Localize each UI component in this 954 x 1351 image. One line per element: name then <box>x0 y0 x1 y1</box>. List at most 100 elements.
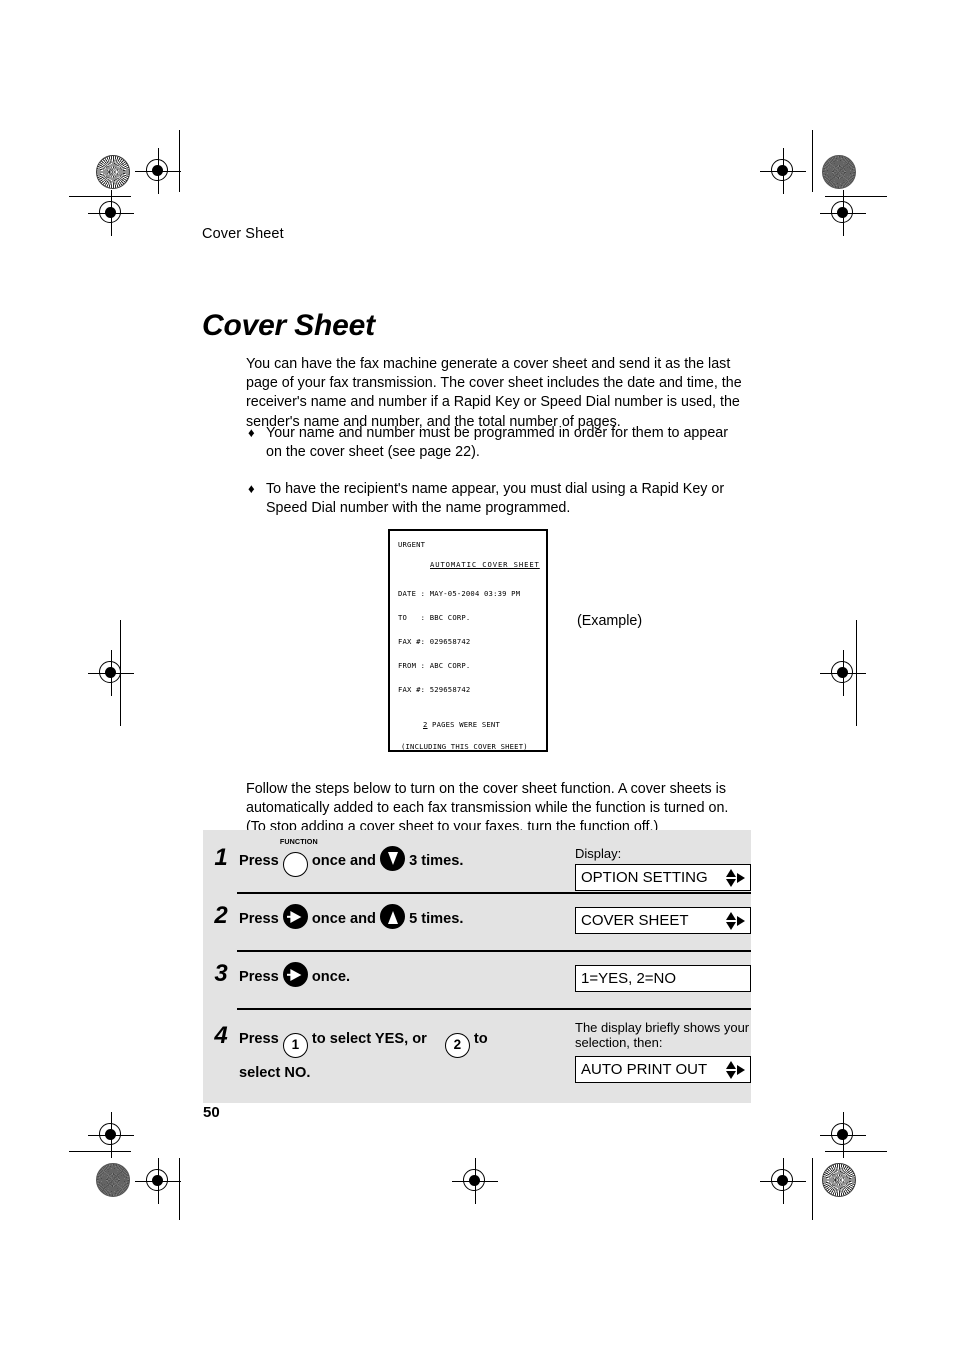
registration-crosshair-bottom-right-inner <box>760 1158 806 1204</box>
registration-crosshair-middle-left <box>88 650 134 696</box>
lcd-arrow-indicators <box>726 911 745 930</box>
step-row-4: 4 Press 1 to select YES, or 2 to select … <box>203 1008 751 1103</box>
up-down-arrow-icon <box>726 1060 736 1079</box>
arrow-down-key-icon[interactable] <box>380 846 406 871</box>
running-head: Cover Sheet <box>202 226 284 242</box>
trim-line-middle-right <box>856 620 858 726</box>
diamond-bullet-icon: ♦ <box>248 425 255 440</box>
fax-to-line: TO : BBC CORP. <box>398 613 471 622</box>
step-second-line: select NO. <box>239 1065 311 1081</box>
function-key-wrapper: FUNCTION <box>280 838 318 882</box>
up-down-arrow-icon <box>726 868 736 887</box>
lcd-arrow-indicators <box>726 868 745 887</box>
fax-to-number: FAX #: 029658742 <box>398 637 471 646</box>
numeric-key-2-icon[interactable]: 2 <box>444 1033 470 1058</box>
lcd-arrow-indicators <box>726 1060 745 1079</box>
example-caption: (Example) <box>577 613 643 629</box>
trim-line-bottom-right-vertical <box>812 1158 814 1220</box>
follow-steps-paragraph: Follow the steps below to turn on the co… <box>246 781 729 836</box>
page-title: Cover Sheet <box>202 309 375 343</box>
registration-crosshair-top-right-inner <box>760 148 806 194</box>
step-number: 2 <box>214 902 228 929</box>
trim-line-top-left-vertical <box>179 130 181 192</box>
lcd-display: COVER SHEET <box>575 907 751 934</box>
fax-date-line: DATE : MAY-05-2004 03:39 PM <box>398 589 521 598</box>
step-instruction: Press FUNCTION once and 3 times. <box>239 838 575 882</box>
fax-cover-sheet-example: URGENT AUTOMATIC COVER SHEET DATE : MAY-… <box>388 529 548 752</box>
list-item-text: Your name and number must be programmed … <box>266 425 728 461</box>
registration-crosshair-top-right-outer <box>820 190 866 236</box>
registration-solid-mark-bottom-left <box>96 1163 130 1197</box>
step-display-cell: The display briefly shows your selection… <box>575 1020 751 1083</box>
function-key-caption: FUNCTION <box>279 837 318 846</box>
step-display-cell: 1=YES, 2=NO <box>575 962 751 992</box>
registration-solid-mark-top-right <box>822 155 856 189</box>
arrow-right-key-icon[interactable] <box>282 904 308 929</box>
fax-heading: AUTOMATIC COVER SHEET <box>430 560 540 569</box>
step-mid-text: to select YES, or <box>311 1031 427 1047</box>
numeric-key-1-icon[interactable]: 1 <box>282 1033 308 1058</box>
bullet-list: ♦ Your name and number must be programme… <box>248 424 744 536</box>
function-key-icon[interactable] <box>282 852 308 877</box>
lcd-text: OPTION SETTING <box>581 869 708 886</box>
page-number: 50 <box>203 1104 220 1121</box>
lcd-display: 1=YES, 2=NO <box>575 965 751 992</box>
step-instruction: Press 1 to select YES, or 2 to select NO… <box>239 1020 575 1088</box>
registration-starburst-mark-top-left <box>96 155 130 189</box>
step-divider <box>237 892 751 895</box>
registration-crosshair-bottom-center <box>452 1158 498 1204</box>
registration-crosshair-middle-right <box>820 650 866 696</box>
step-tail-text: to <box>473 1031 488 1047</box>
lcd-display: AUTO PRINT OUT <box>575 1056 751 1083</box>
registration-crosshair-bottom-left-inner <box>135 1158 181 1204</box>
step-display-cell: Display: OPTION SETTING <box>575 846 751 891</box>
arrow-right-key-icon[interactable] <box>282 962 308 987</box>
step-tail-text: 3 times. <box>409 853 464 869</box>
lcd-display: OPTION SETTING <box>575 864 751 891</box>
registration-crosshair-top-left-inner <box>135 148 181 194</box>
right-arrow-icon <box>737 872 745 883</box>
fax-urgent-label: URGENT <box>398 540 426 549</box>
lcd-text: 1=YES, 2=NO <box>581 970 677 987</box>
step-instruction: Press once and 5 times. <box>239 904 575 934</box>
list-item-text: To have the recipient's name appear, you… <box>266 481 725 517</box>
step-display-cell: COVER SHEET <box>575 904 751 934</box>
step-number: 3 <box>214 960 228 987</box>
arrow-up-key-icon[interactable] <box>380 904 406 929</box>
press-label: Press <box>239 911 279 927</box>
fax-from-line: FROM : ABC CORP. <box>398 661 471 670</box>
step-mid-text: once and <box>311 853 376 869</box>
list-item: ♦ Your name and number must be programme… <box>248 424 744 462</box>
trim-line-top-right-vertical <box>812 130 814 192</box>
steps-panel: 1 Press FUNCTION once and 3 times. Displ… <box>203 830 751 1103</box>
fax-pages-sent: 2 PAGES WERE SENT <box>423 720 500 729</box>
trim-line-middle-left <box>120 620 122 726</box>
registration-starburst-mark-bottom-right <box>822 1163 856 1197</box>
lcd-text: AUTO PRINT OUT <box>581 1061 708 1078</box>
trim-line-bottom-left-vertical <box>179 1158 181 1220</box>
step-number: 4 <box>214 1022 228 1049</box>
step-tail-text: once. <box>311 969 351 985</box>
display-note: The display briefly shows your selection… <box>575 1020 750 1050</box>
step-row-1: 1 Press FUNCTION once and 3 times. Displ… <box>203 830 751 892</box>
press-label: Press <box>239 853 279 869</box>
press-label: Press <box>239 1031 279 1047</box>
step-row-2: 2 Press once and 5 times. COVER SHEET <box>203 892 751 950</box>
right-arrow-icon <box>737 1064 745 1075</box>
display-label: Display: <box>575 846 622 861</box>
step-instruction: Press once. <box>239 962 575 992</box>
step-divider <box>237 950 751 953</box>
lcd-text: COVER SHEET <box>581 912 689 929</box>
press-label: Press <box>239 969 279 985</box>
diamond-bullet-icon: ♦ <box>248 481 255 497</box>
intro-paragraph: You can have the fax machine generate a … <box>246 356 742 430</box>
fax-including-note: (INCLUDING THIS COVER SHEET) <box>401 742 528 751</box>
trim-line-bottom-left-horizontal <box>69 1151 131 1153</box>
trim-line-bottom-right-horizontal <box>825 1151 887 1153</box>
list-item: ♦ To have the recipient's name appear, y… <box>248 480 744 518</box>
fax-from-number: FAX #: 529658742 <box>398 685 471 694</box>
up-down-arrow-icon <box>726 911 736 930</box>
right-arrow-icon <box>737 915 745 926</box>
step-mid-text: once and <box>311 911 376 927</box>
registration-crosshair-top-left-outer <box>88 190 134 236</box>
